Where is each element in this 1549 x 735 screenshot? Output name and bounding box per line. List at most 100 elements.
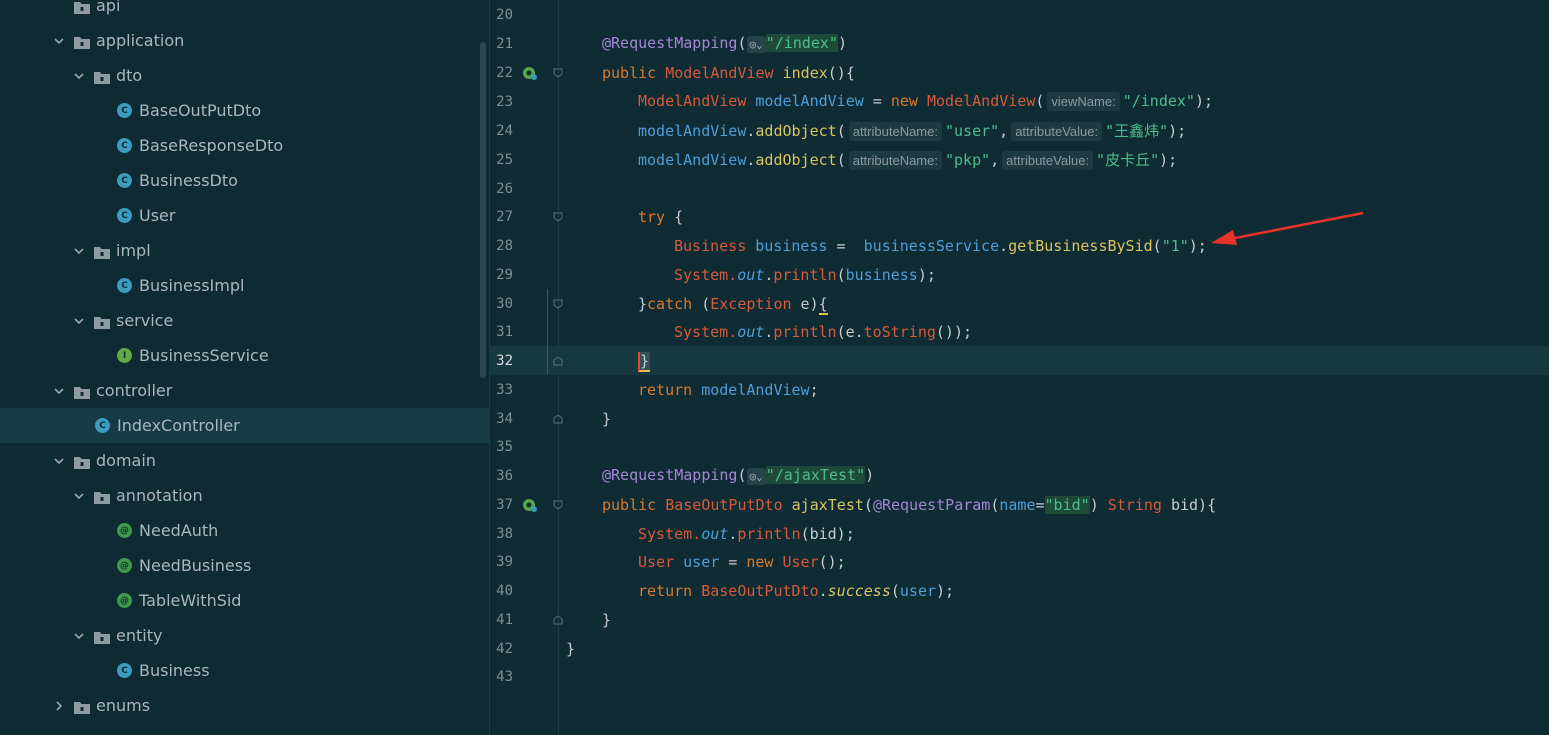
- method-token: addObject: [755, 151, 837, 169]
- tree-item-baseresponsedto[interactable]: C BaseResponseDto: [0, 128, 489, 163]
- tree-item-business[interactable]: C Business: [0, 653, 489, 688]
- code-line-21[interactable]: 21 @RequestMapping(◎⌄ "/index"): [489, 29, 1549, 58]
- tree-item-businessimpl[interactable]: C BusinessImpl: [0, 268, 489, 303]
- code-line-40[interactable]: 40 return BaseOutPutDto.success(user);: [489, 576, 1549, 605]
- string-token: "pkp": [944, 151, 991, 169]
- fold-icon[interactable]: [552, 614, 564, 626]
- code-line-22[interactable]: 22 public ModelAndView index(){: [489, 58, 1549, 87]
- punct-token: );: [1194, 92, 1214, 110]
- line-number: 37: [496, 496, 513, 513]
- annotation-token: @RequestParam: [872, 495, 991, 514]
- chevron-down-icon[interactable]: [52, 384, 66, 398]
- tree-item-controller[interactable]: controller: [0, 373, 489, 408]
- code-line-35[interactable]: 35: [489, 432, 1549, 461]
- chevron-down-icon[interactable]: [72, 314, 86, 328]
- method-token: index: [782, 63, 828, 82]
- chevron-down-icon[interactable]: [72, 629, 86, 643]
- spring-bean-icon[interactable]: [522, 497, 538, 513]
- code-line-34[interactable]: 34 }: [489, 404, 1549, 433]
- tree-item-label: dto: [116, 66, 143, 85]
- type-token: System.: [674, 265, 738, 284]
- chevron-right-icon[interactable]: [52, 699, 66, 713]
- chevron-down-icon[interactable]: [72, 69, 86, 83]
- tree-item-label: BaseOutPutDto: [139, 101, 262, 120]
- variable-token: business: [755, 236, 828, 255]
- code-line-39[interactable]: 39 User user = new User();: [489, 547, 1549, 576]
- tree-item-domain[interactable]: domain: [0, 443, 489, 478]
- punct-token: );: [936, 581, 955, 600]
- punct-token: =: [719, 552, 747, 571]
- code-line-43[interactable]: 43: [489, 662, 1549, 691]
- line-number: 27: [496, 208, 513, 225]
- tree-item-api[interactable]: api: [0, 0, 489, 23]
- keyword-token: return: [638, 380, 693, 399]
- code-line-26[interactable]: 26: [489, 174, 1549, 203]
- fold-icon[interactable]: [552, 211, 564, 223]
- tree-scrollbar[interactable]: [480, 42, 486, 378]
- tree-item-baseoutputdto[interactable]: C BaseOutPutDto: [0, 93, 489, 128]
- tree-item-application[interactable]: application: [0, 23, 489, 58]
- tree-item-businessservice[interactable]: I BusinessService: [0, 338, 489, 373]
- tree-item-user[interactable]: C User: [0, 198, 489, 233]
- code-text: System.out.println(e.toString());: [674, 322, 973, 341]
- code-line-33[interactable]: 33 return modelAndView;: [489, 375, 1549, 404]
- class-icon: C: [117, 278, 132, 293]
- code-line-24[interactable]: 24 modelAndView.addObject(attributeName:…: [489, 116, 1549, 145]
- chevron-down-icon[interactable]: [52, 454, 66, 468]
- tree-item-needbusiness[interactable]: @ NeedBusiness: [0, 548, 489, 583]
- tree-item-impl[interactable]: impl: [0, 233, 489, 268]
- code-line-36[interactable]: 36 @RequestMapping(◎⌄ "/ajaxTest"): [489, 461, 1549, 490]
- web-url-icon[interactable]: ◎⌄: [746, 468, 766, 485]
- punct-token: e): [791, 294, 819, 313]
- keyword-token: public: [602, 495, 657, 514]
- variable-token: business: [845, 265, 918, 284]
- folder-icon: [94, 489, 110, 504]
- code-line-28[interactable]: 28 Business business = businessService.g…: [489, 231, 1549, 260]
- string-token: "/index": [1122, 92, 1195, 110]
- tree-item-enums[interactable]: enums: [0, 688, 489, 723]
- punct-token: );: [1159, 151, 1178, 169]
- fold-icon[interactable]: [552, 67, 564, 79]
- fold-icon[interactable]: [552, 298, 564, 310]
- code-line-27[interactable]: 27 try {: [489, 202, 1549, 231]
- matched-brace: }: [638, 351, 651, 372]
- code-line-32[interactable]: 32 }: [489, 346, 1549, 375]
- method-token: success: [827, 581, 891, 600]
- spring-bean-icon[interactable]: [522, 65, 538, 81]
- chevron-down-icon[interactable]: [52, 34, 66, 48]
- code-line-20[interactable]: 20: [489, 0, 1549, 29]
- tree-item-annotation[interactable]: annotation: [0, 478, 489, 513]
- chevron-down-icon[interactable]: [72, 244, 86, 258]
- tree-item-service[interactable]: service: [0, 303, 489, 338]
- tree-item-dto[interactable]: dto: [0, 58, 489, 93]
- tree-item-label: domain: [96, 451, 156, 470]
- chevron-down-icon[interactable]: [72, 489, 86, 503]
- tree-item-tablewithsid[interactable]: @ TableWithSid: [0, 583, 489, 618]
- fold-icon[interactable]: [552, 499, 564, 511]
- variable-token: user: [899, 581, 937, 600]
- code-line-42[interactable]: 42 }: [489, 634, 1549, 663]
- tree-item-label: BusinessDto: [139, 171, 238, 190]
- code-line-23[interactable]: 23 ModelAndView modelAndView = new Model…: [489, 87, 1549, 116]
- method-token: println: [773, 322, 837, 341]
- tree-item-businessdto[interactable]: C BusinessDto: [0, 163, 489, 198]
- code-line-41[interactable]: 41 }: [489, 605, 1549, 634]
- code-text: return modelAndView;: [638, 381, 819, 399]
- code-line-37[interactable]: 37 public BaseOutPutDto ajaxTest(@Reques…: [489, 490, 1549, 519]
- code-text: System.out.println(bid);: [638, 524, 855, 543]
- tree-item-entity[interactable]: entity: [0, 618, 489, 653]
- web-url-icon[interactable]: ◎⌄: [746, 36, 766, 53]
- code-line-30[interactable]: 30 }catch (Exception e){: [489, 289, 1549, 318]
- string-token: "/index": [765, 34, 838, 52]
- tree-item-indexcontroller[interactable]: C IndexController: [0, 408, 489, 443]
- type-token: ModelAndView: [638, 92, 747, 110]
- tree-item-needauth[interactable]: @ NeedAuth: [0, 513, 489, 548]
- code-line-25[interactable]: 25 modelAndView.addObject(attributeName:…: [489, 145, 1549, 174]
- fold-icon[interactable]: [552, 413, 564, 425]
- fold-icon[interactable]: [552, 355, 564, 367]
- code-line-29[interactable]: 29 System.out.println(business);: [489, 260, 1549, 289]
- method-token: addObject: [755, 122, 837, 140]
- code-line-31[interactable]: 31 System.out.println(e.toString());: [489, 317, 1549, 346]
- code-line-38[interactable]: 38 System.out.println(bid);: [489, 519, 1549, 548]
- annotation-token: @RequestMapping: [602, 466, 738, 484]
